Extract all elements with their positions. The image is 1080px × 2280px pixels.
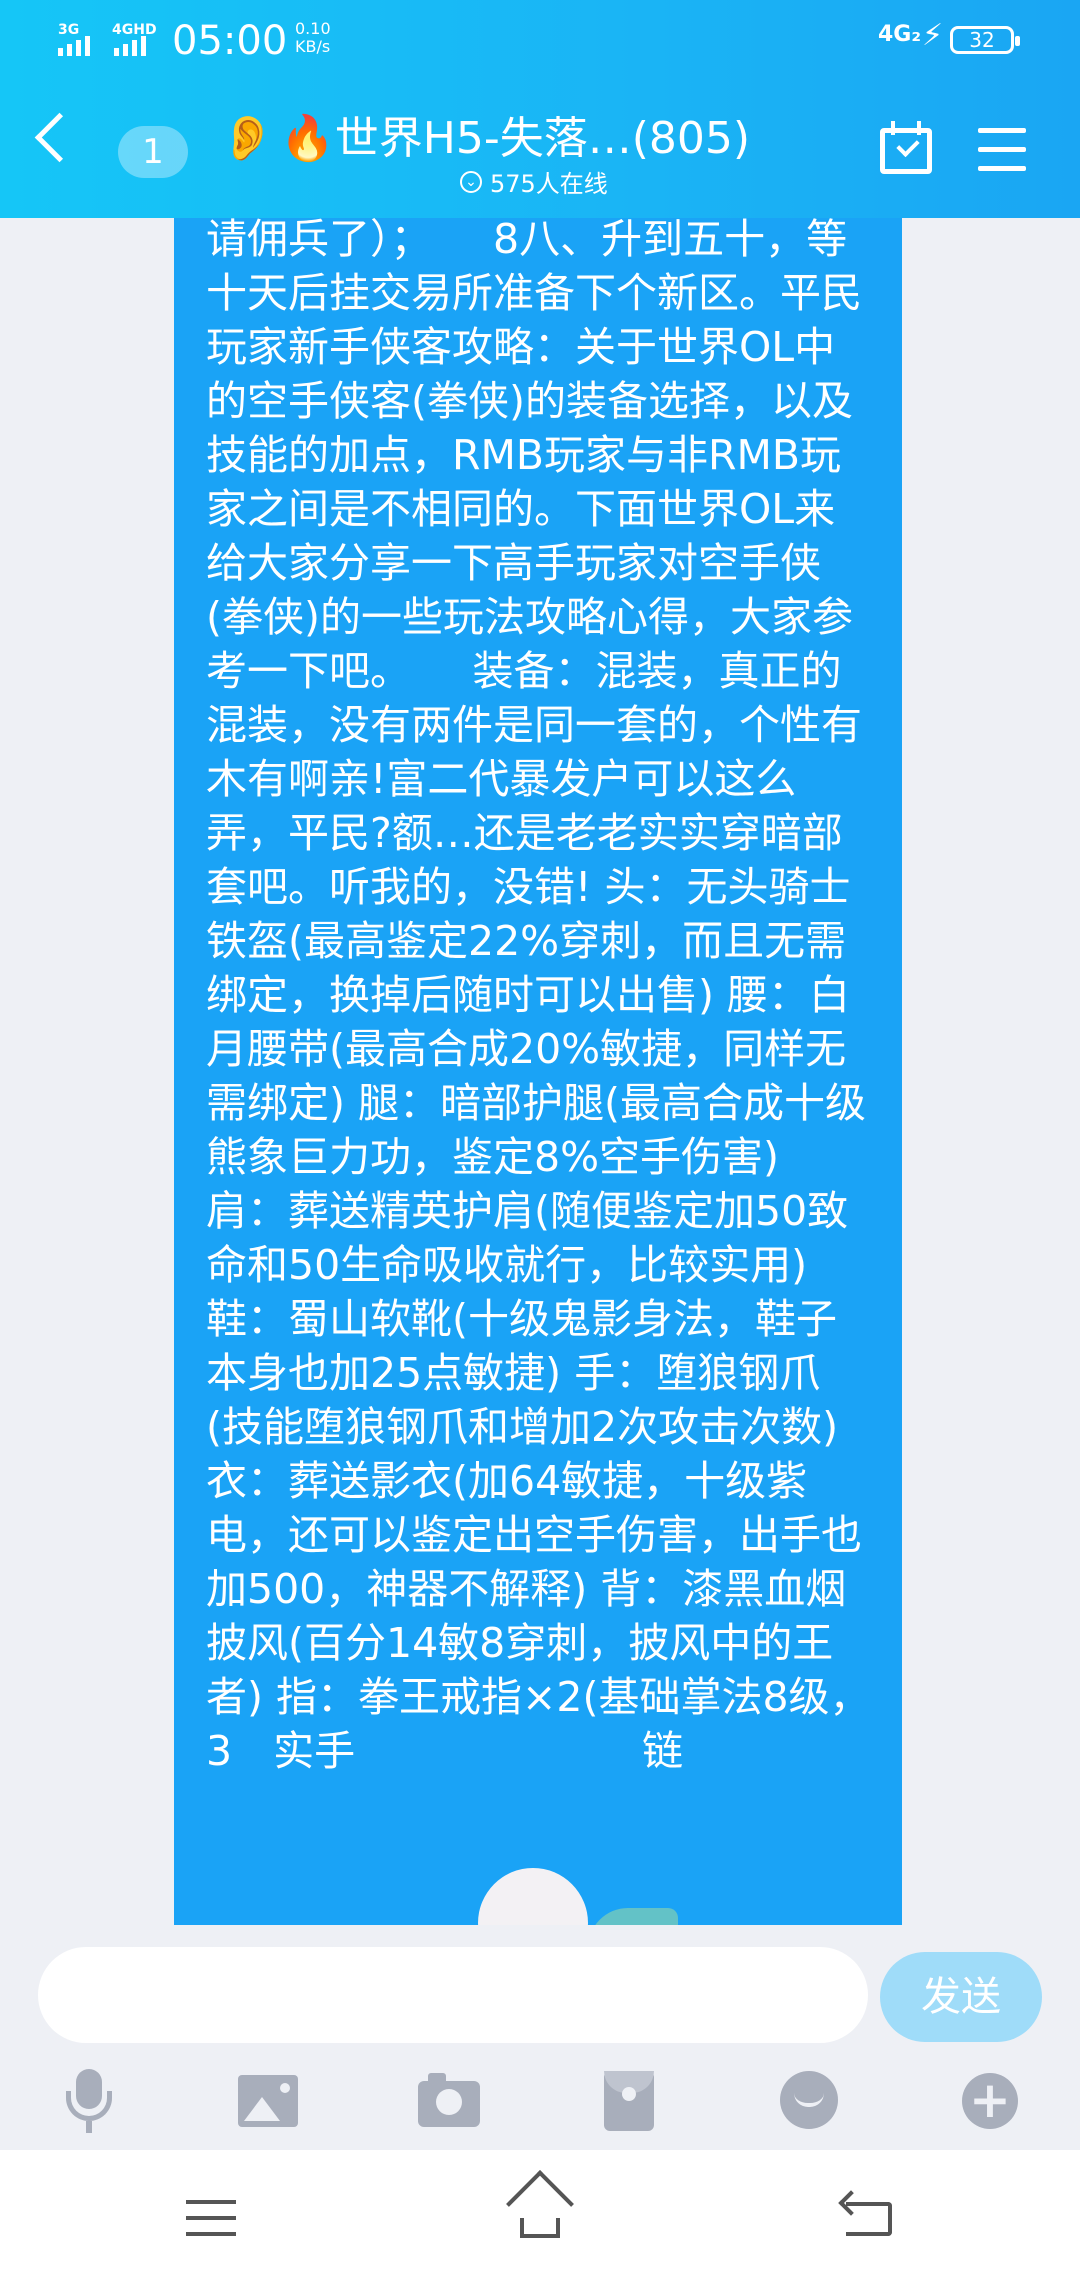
online-chevron-icon: ⌄ <box>460 170 482 193</box>
red-packet-icon[interactable] <box>596 2069 662 2135</box>
app-header: 3G 4GHD 05:00 0.10 KB/s 4G₂ ⚡ 32 1 👂 🔥世界… <box>0 0 1080 218</box>
home-icon[interactable] <box>506 2170 574 2238</box>
input-bar: 发送 <box>0 1925 1080 2065</box>
signal-icon-1 <box>58 36 90 56</box>
menu-icon[interactable] <box>978 128 1026 185</box>
image-icon[interactable] <box>236 2069 302 2135</box>
unread-count-badge[interactable]: 1 <box>118 126 188 178</box>
online-status[interactable]: ⌄ 575人在线 <box>460 164 608 199</box>
battery-icon: 32 <box>950 26 1020 54</box>
status-time: 05:00 <box>172 18 288 64</box>
message-text: 物理经验和一个血瓶奖励（这些够你请佣兵了）； 8八、升到五十，等十天后挂交易所准… <box>206 218 871 1775</box>
network-speed: 0.10 KB/s <box>295 20 331 56</box>
input-toolbar: + <box>0 2065 1080 2150</box>
network-speed-unit: KB/s <box>295 37 331 56</box>
charging-icon: ⚡ <box>922 18 944 53</box>
system-back-icon[interactable] <box>846 2202 892 2236</box>
status-bar: 3G 4GHD 05:00 0.10 KB/s 4G₂ ⚡ 32 <box>0 0 1080 80</box>
message-bubble[interactable]: 物理经验和一个血瓶奖励（这些够你请佣兵了）； 8八、升到五十，等十天后挂交易所准… <box>174 218 902 1925</box>
send-button[interactable]: 发送 <box>880 1952 1042 2042</box>
chat-area[interactable]: 物理经验和一个血瓶奖励（这些够你请佣兵了）； 8八、升到五十，等十天后挂交易所准… <box>0 218 1080 1925</box>
camera-icon[interactable] <box>416 2069 482 2135</box>
recent-apps-icon[interactable] <box>186 2200 236 2248</box>
message-input[interactable] <box>38 1947 868 2043</box>
system-navigation-bar <box>0 2150 1080 2280</box>
earpiece-mode-icon[interactable]: 👂 <box>220 112 275 164</box>
emoji-icon[interactable] <box>776 2069 842 2135</box>
plus-icon[interactable]: + <box>956 2069 1022 2135</box>
mic-icon[interactable] <box>56 2069 122 2135</box>
chat-title[interactable]: 🔥世界H5-失落…(805) <box>280 102 840 166</box>
online-count: 575人在线 <box>490 170 608 198</box>
network-type: 4G₂ <box>878 22 922 47</box>
battery-level: 32 <box>969 28 995 52</box>
calendar-check-icon[interactable] <box>880 121 932 174</box>
back-arrow-icon[interactable] <box>34 112 85 163</box>
network-speed-value: 0.10 <box>295 19 331 38</box>
signal-icon-2 <box>114 36 146 56</box>
